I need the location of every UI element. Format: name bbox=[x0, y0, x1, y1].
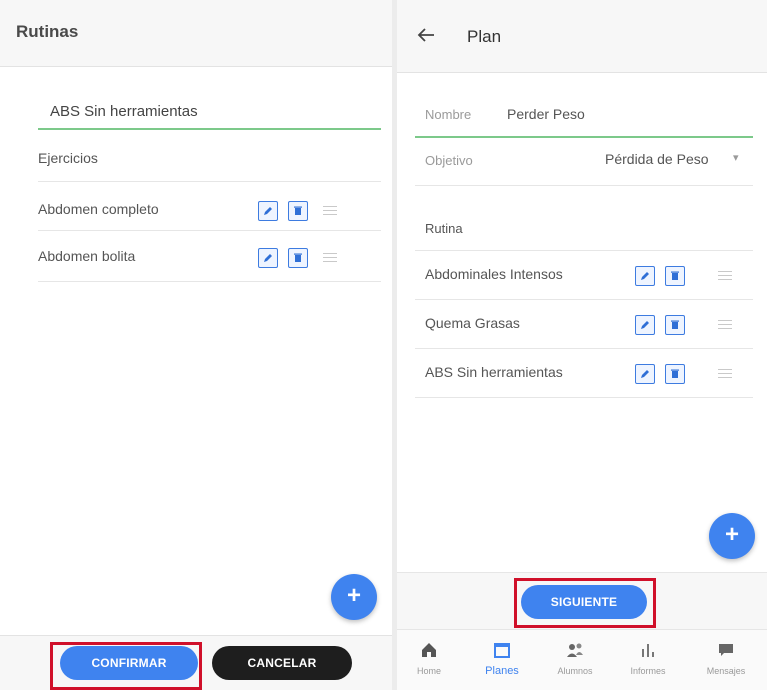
home-icon bbox=[422, 643, 436, 657]
page-title: Rutinas bbox=[16, 22, 79, 41]
drag-handle-icon[interactable] bbox=[718, 369, 732, 379]
trash-icon bbox=[671, 271, 679, 280]
nav-label: Informes bbox=[630, 666, 666, 676]
pencil-icon bbox=[641, 370, 649, 378]
name-input[interactable]: Perder Peso bbox=[507, 106, 585, 122]
exercise-name: Abdomen completo bbox=[38, 201, 159, 217]
add-exercise-button[interactable]: + bbox=[331, 574, 377, 620]
back-arrow-icon[interactable] bbox=[415, 24, 437, 46]
drag-handle-icon[interactable] bbox=[323, 206, 337, 216]
plus-icon: + bbox=[346, 582, 361, 609]
add-routine-button[interactable]: + bbox=[709, 513, 755, 559]
delete-button[interactable] bbox=[665, 266, 685, 286]
plan-screen: Plan Nombre Perder Peso Objetivo Pérdida… bbox=[397, 0, 767, 690]
page-title: Plan bbox=[467, 27, 502, 46]
list-item: Abdominales Intensos bbox=[425, 256, 755, 296]
nav-item-informes[interactable]: Informes bbox=[618, 636, 678, 686]
drag-handle-icon[interactable] bbox=[718, 271, 732, 281]
edit-button[interactable] bbox=[635, 315, 655, 335]
edit-button[interactable] bbox=[635, 364, 655, 384]
pencil-icon bbox=[641, 321, 649, 329]
nav-item-planes[interactable]: Planes bbox=[472, 636, 532, 686]
routine-name: Quema Grasas bbox=[425, 315, 520, 331]
nav-label: Planes bbox=[485, 665, 519, 677]
objective-select[interactable]: Pérdida de Peso ▾ bbox=[605, 151, 745, 171]
app-bar: Plan bbox=[397, 0, 767, 73]
routine-name: Abdominales Intensos bbox=[425, 266, 563, 282]
drag-handle-icon[interactable] bbox=[323, 253, 337, 263]
routines-section-label: Rutina bbox=[425, 221, 463, 236]
delete-button[interactable] bbox=[288, 201, 308, 221]
exercises-section-label: Ejercicios bbox=[38, 150, 98, 166]
input-underline bbox=[415, 136, 753, 138]
highlight-box bbox=[514, 578, 656, 628]
trash-icon bbox=[671, 320, 679, 329]
delete-button[interactable] bbox=[288, 248, 308, 268]
trash-icon bbox=[671, 369, 679, 378]
pencil-icon bbox=[264, 207, 272, 215]
pencil-icon bbox=[264, 254, 272, 262]
trash-icon bbox=[294, 206, 302, 215]
chat-icon bbox=[719, 644, 733, 656]
routine-name: ABS Sin herramientas bbox=[425, 364, 563, 380]
list-item: Abdomen bolita bbox=[38, 238, 381, 278]
nav-item-alumnos[interactable]: Alumnos bbox=[545, 636, 605, 686]
dropdown-arrow-icon: ▾ bbox=[733, 152, 739, 164]
delete-button[interactable] bbox=[665, 315, 685, 335]
edit-button[interactable] bbox=[258, 201, 278, 221]
name-field-label: Nombre bbox=[425, 107, 472, 122]
people-icon bbox=[567, 643, 583, 657]
list-item: Abdomen completo bbox=[38, 191, 381, 231]
trash-icon bbox=[294, 253, 302, 262]
exercise-name: Abdomen bolita bbox=[38, 248, 136, 264]
list-item: ABS Sin herramientas bbox=[425, 354, 755, 394]
objective-selected-value: Pérdida de Peso bbox=[605, 151, 709, 167]
edit-button[interactable] bbox=[258, 248, 278, 268]
objective-field-label: Objetivo bbox=[425, 153, 473, 168]
calendar-icon bbox=[494, 643, 510, 658]
nav-label: Alumnos bbox=[557, 666, 593, 676]
bar-chart-icon bbox=[642, 644, 654, 657]
rutinas-screen: Rutinas ABS Sin herramientas Ejercicios … bbox=[0, 0, 392, 690]
input-underline bbox=[38, 128, 381, 130]
nav-label: Home bbox=[416, 666, 441, 676]
bottom-navigation: Home Planes Alumnos Informes Mensajes bbox=[397, 629, 767, 690]
plus-icon: + bbox=[724, 521, 739, 548]
pencil-icon bbox=[641, 272, 649, 280]
list-item: Quema Grasas bbox=[425, 305, 755, 345]
nav-item-home[interactable]: Home bbox=[399, 636, 459, 686]
nav-label: Mensajes bbox=[706, 666, 746, 676]
drag-handle-icon[interactable] bbox=[718, 320, 732, 330]
nav-item-mensajes[interactable]: Mensajes bbox=[696, 636, 756, 686]
routine-name-input[interactable]: ABS Sin herramientas bbox=[50, 103, 198, 120]
highlight-box bbox=[50, 642, 202, 690]
cancel-button[interactable]: CANCELAR bbox=[212, 646, 352, 680]
delete-button[interactable] bbox=[665, 364, 685, 384]
app-bar: Rutinas bbox=[0, 0, 392, 67]
edit-button[interactable] bbox=[635, 266, 655, 286]
